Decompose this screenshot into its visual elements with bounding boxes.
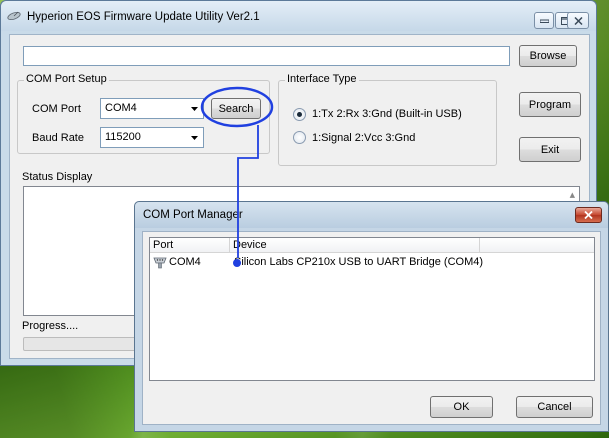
column-header-port[interactable]: Port: [150, 238, 230, 253]
cancel-button[interactable]: Cancel: [516, 396, 593, 418]
com-port-value: COM4: [105, 102, 137, 114]
com-port-manager-dialog: COM Port Manager Port Device COM4 Silico…: [134, 201, 609, 432]
dialog-client-area: Port Device COM4 Silicon Labs CP210x USB…: [142, 231, 601, 425]
interface-option-usb-label: 1:Tx 2:Rx 3:Gnd (Built-in USB): [312, 108, 462, 120]
minimize-button[interactable]: [534, 12, 554, 29]
search-button[interactable]: Search: [211, 98, 261, 119]
column-header-device[interactable]: Device: [230, 238, 480, 253]
interface-option-signal-label: 1:Signal 2:Vcc 3:Gnd: [312, 132, 416, 144]
com-port-select[interactable]: COM4: [100, 98, 204, 119]
close-button[interactable]: [567, 12, 589, 29]
dialog-close-button[interactable]: [575, 207, 602, 223]
baud-rate-label: Baud Rate: [32, 132, 84, 144]
interface-radio-usb[interactable]: [293, 108, 306, 121]
browse-button[interactable]: Browse: [519, 45, 577, 67]
dialog-titlebar[interactable]: COM Port Manager: [135, 202, 608, 228]
baud-rate-select[interactable]: 115200: [100, 127, 204, 148]
exit-button[interactable]: Exit: [519, 137, 581, 162]
com-port-setup-title: COM Port Setup: [24, 73, 109, 85]
interface-type-title: Interface Type: [285, 73, 359, 85]
scroll-up-icon[interactable]: ▲: [570, 191, 575, 199]
status-display-label: Status Display: [22, 171, 93, 183]
port-list-header: Port Device: [150, 238, 594, 253]
program-button[interactable]: Program: [519, 92, 581, 117]
window-title: Hyperion EOS Firmware Update Utility Ver…: [27, 11, 260, 23]
ok-button[interactable]: OK: [430, 396, 493, 418]
chevron-down-icon[interactable]: [187, 129, 202, 146]
close-icon: [584, 211, 593, 219]
main-titlebar[interactable]: Hyperion EOS Firmware Update Utility Ver…: [1, 1, 596, 31]
list-item[interactable]: COM4 Silicon Labs CP210x USB to UART Bri…: [150, 255, 594, 272]
close-icon: [573, 16, 583, 25]
interface-radio-signal[interactable]: [293, 131, 306, 144]
chevron-down-icon[interactable]: [187, 100, 202, 117]
progress-label: Progress....: [22, 320, 79, 332]
baud-rate-value: 115200: [105, 131, 141, 143]
dialog-title: COM Port Manager: [143, 209, 243, 221]
firmware-path-input[interactable]: [23, 46, 510, 66]
satellite-dish-icon: [7, 11, 21, 20]
interface-type-group: Interface Type: [278, 73, 497, 166]
serial-port-icon: [153, 257, 167, 269]
port-list[interactable]: Port Device COM4 Silicon Labs CP210x USB…: [149, 237, 595, 381]
com-port-label: COM Port: [32, 103, 81, 115]
port-name: COM4: [169, 256, 201, 268]
device-name: Silicon Labs CP210x USB to UART Bridge (…: [234, 256, 484, 268]
minimize-icon: [539, 19, 549, 23]
